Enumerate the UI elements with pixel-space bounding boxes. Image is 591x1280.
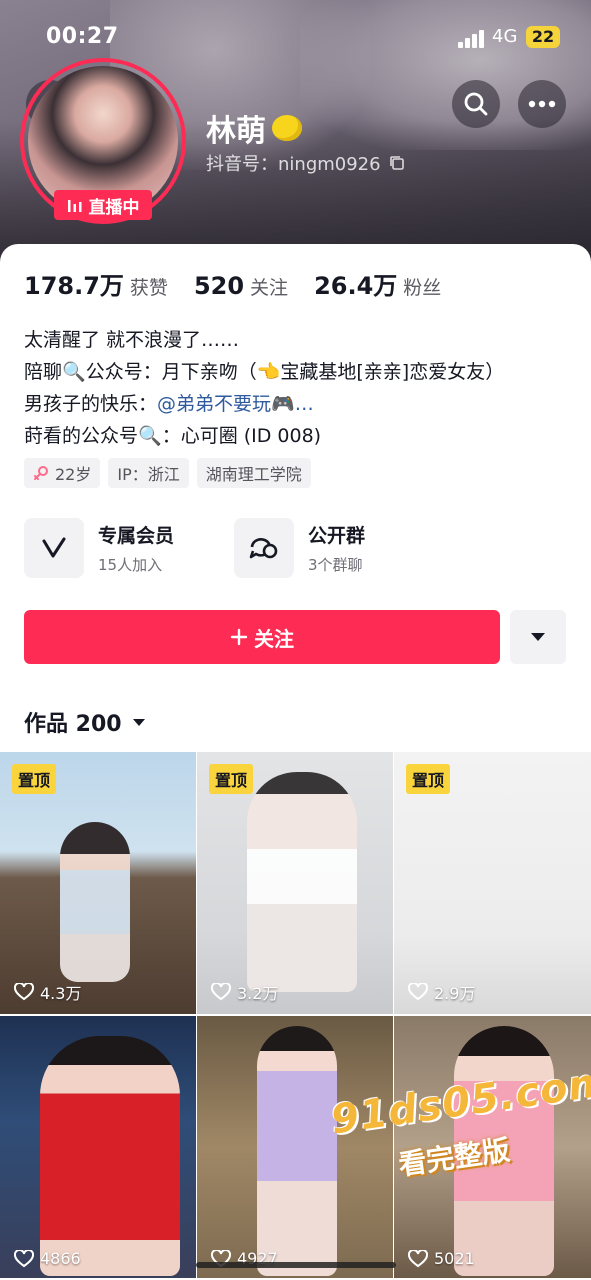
- bio-line-3-tail: …: [294, 393, 314, 415]
- bio-line-4-prefix: 莳看的公众号: [24, 425, 139, 447]
- bio-line-3: 男孩子的快乐：@弟弟不要玩🎮…: [24, 388, 574, 420]
- video-thumbnail[interactable]: 4927: [197, 1016, 393, 1278]
- more-button[interactable]: [518, 80, 566, 128]
- tag-ip: IP：浙江: [108, 458, 189, 488]
- feature-group-title: 公开群: [308, 525, 366, 547]
- tag-school[interactable]: 湖南理工学院: [196, 458, 311, 488]
- thumbnail-figure: [257, 1026, 337, 1276]
- stat-likes-num: 178.7万: [24, 272, 124, 300]
- profile-stats: 178.7万 获赞 520 关注 26.4万 粉丝: [24, 266, 441, 301]
- stat-likes-label: 获赞: [129, 277, 168, 299]
- stat-fans-label: 粉丝: [403, 277, 442, 299]
- stat-following[interactable]: 520 关注: [194, 272, 288, 300]
- status-bar: 00:27 4G 22: [0, 22, 591, 56]
- profile-features: 专属会员 15人加入 公开群 3个群聊: [24, 518, 365, 578]
- likes-count: 3.2万: [211, 980, 278, 1004]
- video-thumbnail[interactable]: 4866: [0, 1016, 196, 1278]
- caret-down-icon: [531, 633, 545, 641]
- magnifier-emoji-icon-2: 🔍: [138, 425, 162, 447]
- works-grid: 置顶 4.3万 置顶 3.2万 置顶 2.9万 4866 4927 5021: [0, 752, 591, 1278]
- stat-following-label: 关注: [250, 277, 289, 299]
- video-thumbnail[interactable]: 置顶 4.3万: [0, 752, 196, 1014]
- feature-vip-membership[interactable]: 专属会员 15人加入: [24, 518, 174, 578]
- live-badge[interactable]: 直播中: [54, 190, 152, 220]
- heart-icon: [14, 1249, 34, 1267]
- gamepad-emoji-icon: 🎮: [271, 393, 295, 415]
- likes-count: 2.9万: [408, 980, 475, 1004]
- network-type: 4G: [492, 26, 518, 47]
- thumbnail-figure: [247, 772, 357, 992]
- follow-label: 关注: [254, 626, 294, 651]
- follow-button[interactable]: 关注: [24, 610, 500, 664]
- video-thumbnail[interactable]: 置顶 3.2万: [197, 752, 393, 1014]
- female-icon: [34, 466, 48, 480]
- pointing-hand-emoji-icon: 👈: [256, 361, 281, 383]
- profile-header: 00:27 4G 22 直播中 林萌 抖音号：ningm0926: [0, 0, 591, 262]
- stat-fans[interactable]: 26.4万 粉丝: [314, 266, 441, 301]
- signal-icon: [458, 28, 486, 48]
- group-chat-icon: [234, 518, 295, 578]
- heart-icon: [14, 983, 34, 1001]
- magnifier-emoji-icon: 🔍: [62, 361, 86, 383]
- feature-vip-title: 专属会员: [98, 525, 175, 547]
- lemon-emoji-icon: [272, 115, 302, 141]
- caret-down-icon: [132, 718, 145, 726]
- douyin-id: 抖音号：ningm0926: [206, 150, 405, 176]
- status-time: 00:27: [46, 24, 119, 49]
- likes-count-text: 5021: [434, 1249, 475, 1268]
- live-badge-label: 直播中: [88, 197, 140, 218]
- likes-count-text: 2.9万: [434, 984, 476, 1003]
- profile-card: 178.7万 获赞 520 关注 26.4万 粉丝 太清醒了 就不浪漫了…… 陪聊🔍公…: [0, 244, 591, 1280]
- works-tab[interactable]: 作品 200: [24, 706, 146, 738]
- pinned-badge: 置顶: [209, 764, 254, 794]
- pinned-badge: 置顶: [12, 764, 57, 794]
- likes-count-text: 4866: [40, 1249, 81, 1268]
- heart-icon: [408, 983, 428, 1001]
- pinned-badge: 置顶: [406, 764, 451, 794]
- bio-line-2: 陪聊🔍公众号：月下亲吻（👈宝藏基地[亲亲]恋爱女友）: [24, 356, 574, 388]
- bio-line-4: 莳看的公众号🔍：心可圈 (ID 008): [24, 420, 574, 452]
- thumbnail-figure: [40, 1036, 180, 1276]
- likes-count-text: 3.2万: [237, 984, 279, 1003]
- bio-line-2-prefix: 陪聊: [24, 361, 63, 383]
- live-bars-icon: [67, 200, 81, 212]
- works-label: 作品 200: [24, 712, 122, 737]
- stat-likes[interactable]: 178.7万 获赞: [24, 266, 168, 301]
- stat-following-num: 520: [193, 272, 245, 300]
- likes-count: 4.3万: [14, 980, 81, 1004]
- profile-bio: 太清醒了 就不浪漫了…… 陪聊🔍公众号：月下亲吻（👈宝藏基地[亲亲]恋爱女友） …: [24, 324, 574, 452]
- stat-fans-num: 26.4万: [314, 272, 398, 300]
- feature-group-sub: 3个群聊: [308, 556, 363, 574]
- likes-count-text: 4.3万: [40, 984, 82, 1003]
- video-thumbnail[interactable]: 置顶 2.9万: [394, 752, 591, 1014]
- battery-indicator: 22: [526, 26, 560, 48]
- bio-line-1: 太清醒了 就不浪漫了……: [24, 329, 240, 351]
- bio-line-3-prefix: 男孩子的快乐：: [24, 393, 158, 415]
- tag-age: 22岁: [24, 458, 101, 488]
- search-icon: [464, 92, 488, 116]
- follow-dropdown-button[interactable]: [510, 610, 566, 664]
- tag-age-text: 22岁: [55, 465, 92, 484]
- heart-icon: [408, 1249, 428, 1267]
- douyin-id-text: 抖音号：ningm0926: [206, 154, 381, 175]
- heart-icon: [211, 983, 231, 1001]
- bio-mention-link[interactable]: @弟弟不要玩: [157, 393, 271, 415]
- plus-icon: [230, 628, 248, 646]
- profile-nickname: 林萌: [206, 106, 302, 150]
- bio-line-4-rest: ：心可圈 (ID 008): [161, 425, 322, 447]
- copy-icon[interactable]: [389, 155, 405, 171]
- feature-public-group[interactable]: 公开群 3个群聊: [234, 518, 365, 578]
- feature-vip-sub: 15人加入: [98, 556, 163, 574]
- bio-line-2-tail: 宝藏基地[亲亲]恋爱女友）: [280, 361, 505, 383]
- likes-count: 4866: [14, 1249, 81, 1268]
- thumbnail-figure: [60, 822, 130, 982]
- home-indicator: [196, 1262, 396, 1268]
- profile-tags: 22岁 IP：浙江 湖南理工学院: [24, 458, 311, 488]
- likes-count: 5021: [408, 1249, 475, 1268]
- bio-line-2-rest: 公众号：月下亲吻（: [85, 361, 257, 383]
- nickname-text: 林萌: [206, 114, 266, 149]
- vip-v-icon: [24, 518, 84, 578]
- more-dots-icon: [528, 100, 556, 108]
- search-button[interactable]: [452, 80, 500, 128]
